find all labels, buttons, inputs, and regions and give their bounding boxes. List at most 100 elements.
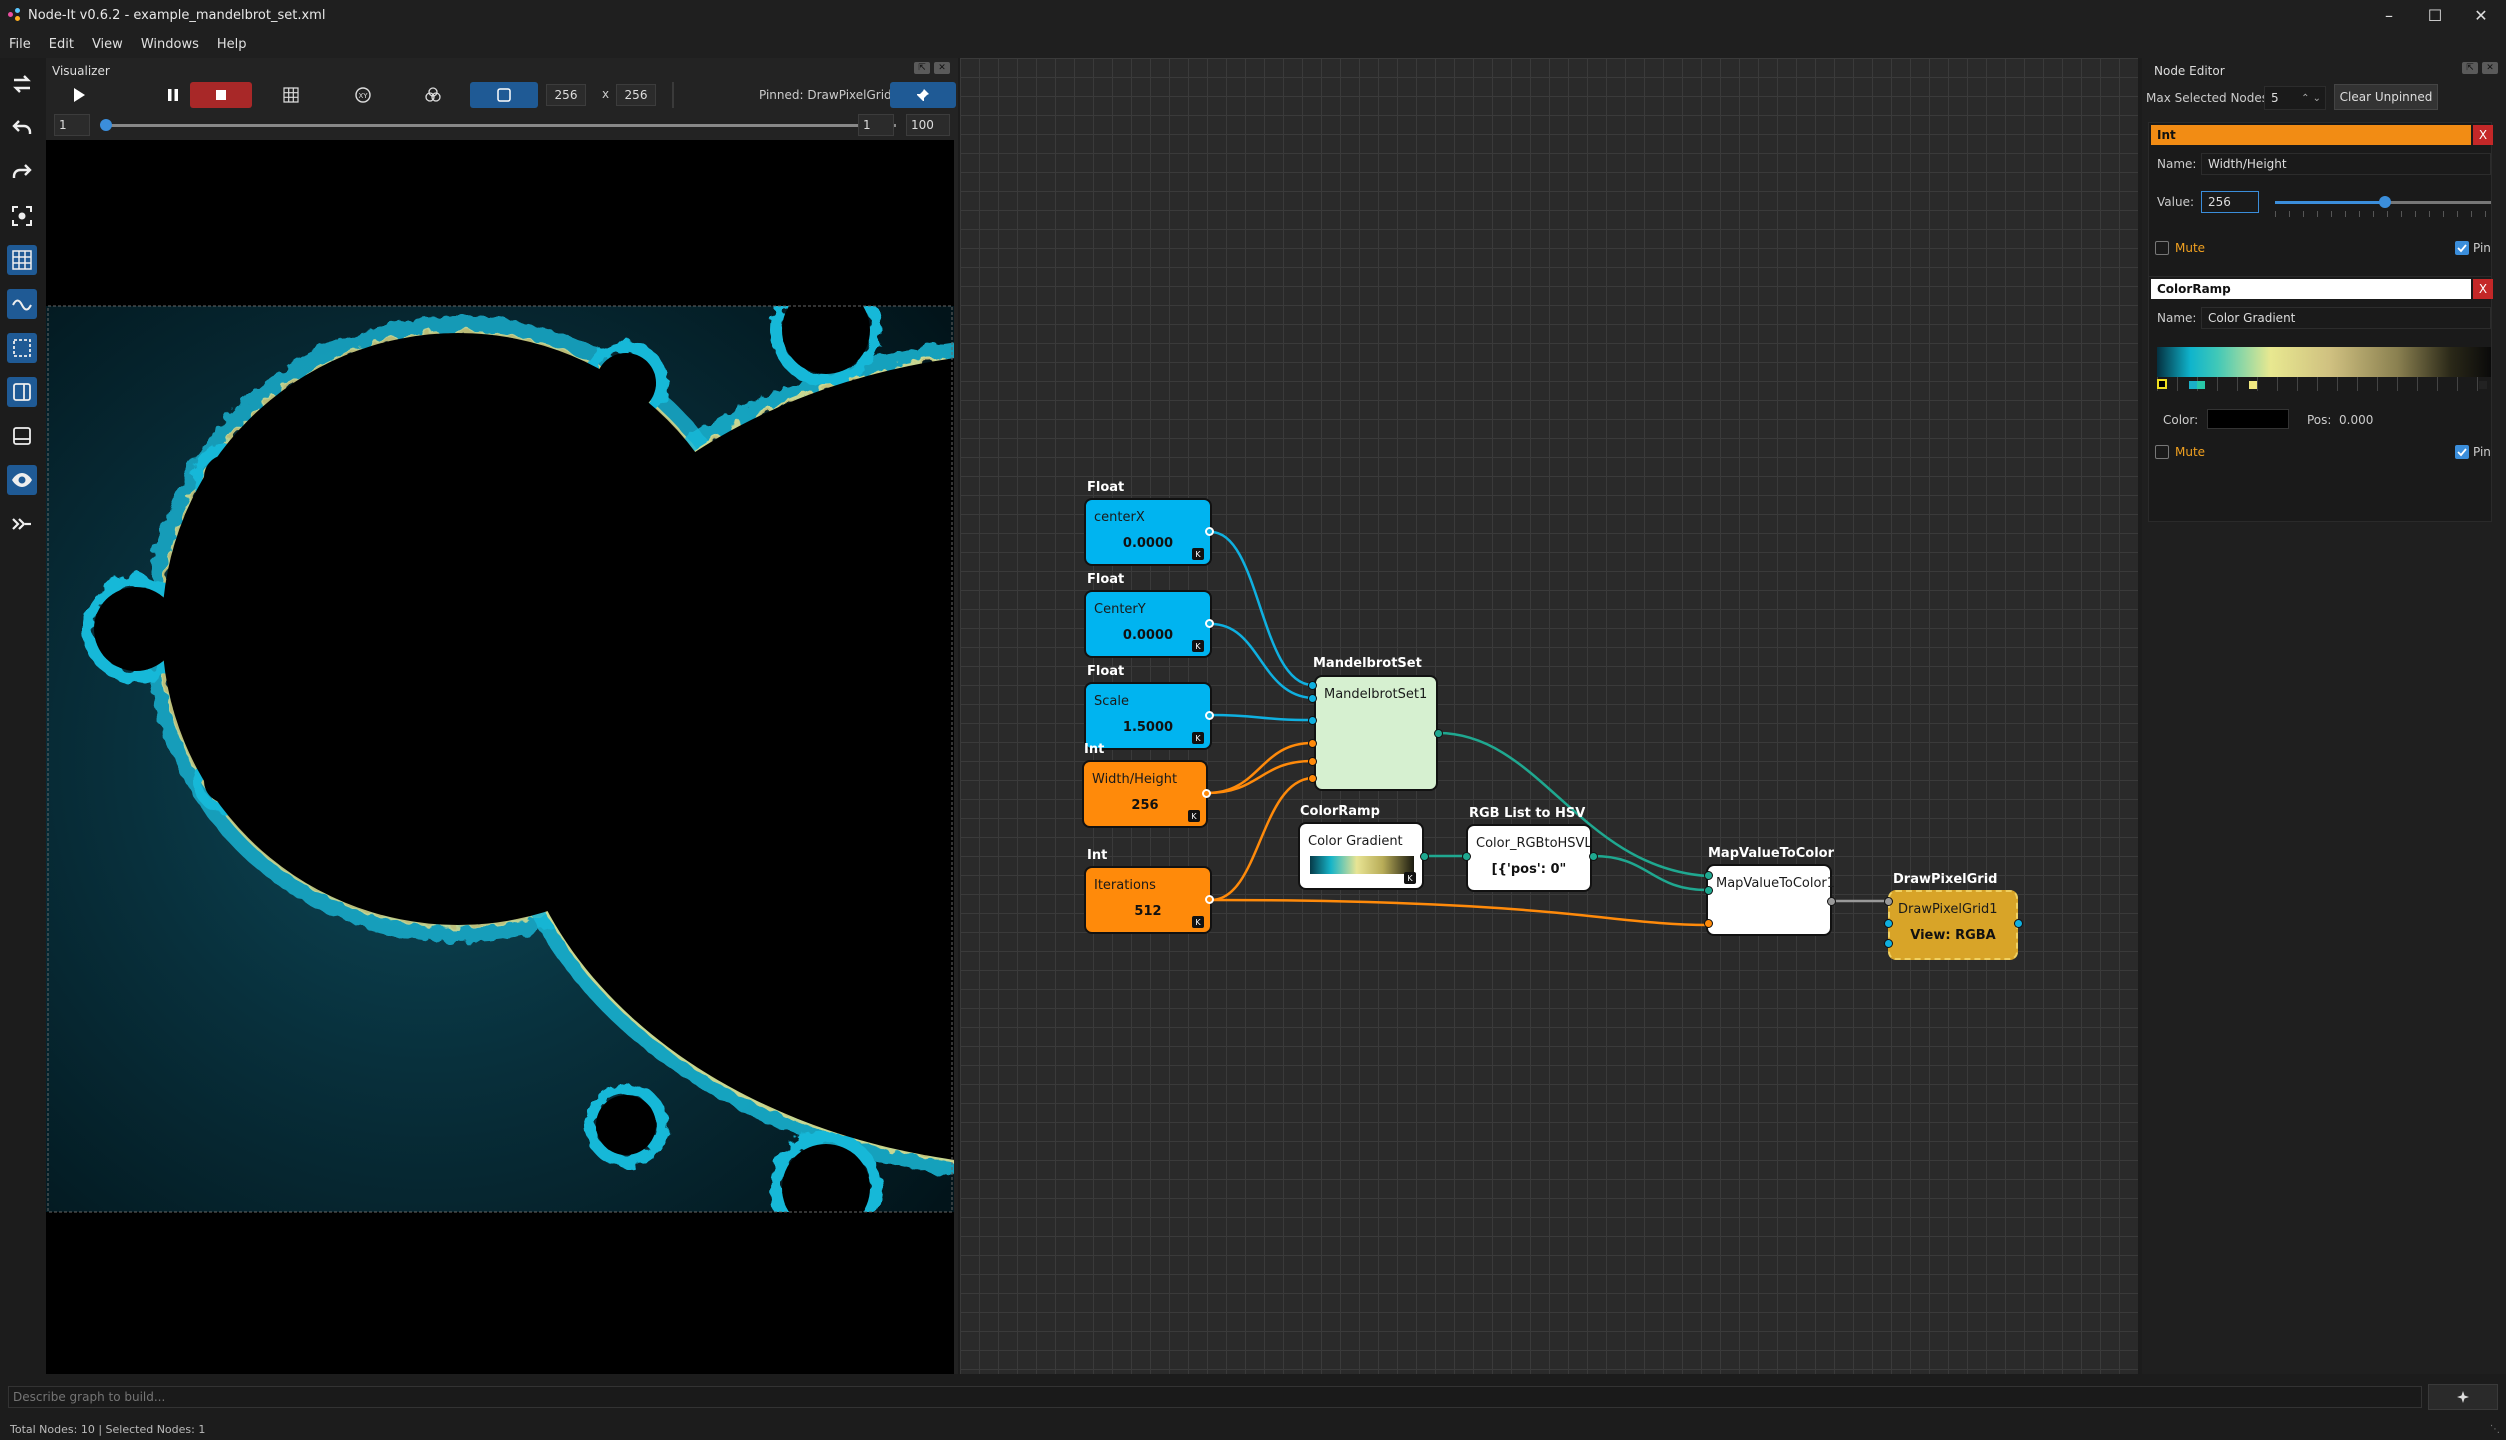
ramp-stop[interactable] [2197, 381, 2205, 389]
color-swatch[interactable] [2207, 409, 2289, 429]
node-iterations[interactable]: Iterations 512 K [1084, 866, 1212, 934]
int-value-slider-handle[interactable] [2379, 196, 2392, 208]
input-port[interactable] [1308, 757, 1317, 766]
resize-grip-icon[interactable]: ⋱ [2490, 1424, 2500, 1435]
node-mandelbrot[interactable]: MandelbrotSet1 [1314, 675, 1438, 791]
menu-edit[interactable]: Edit [40, 37, 83, 52]
input-port[interactable] [1308, 774, 1317, 783]
selection-rect-icon[interactable] [7, 333, 37, 363]
input-port[interactable] [1462, 852, 1471, 861]
int-panel-close-button[interactable]: X [2473, 125, 2493, 145]
close-panel-button[interactable]: ✕ [934, 62, 950, 74]
menu-help[interactable]: Help [208, 37, 256, 52]
node-colorramp[interactable]: Color Gradient K [1298, 822, 1424, 890]
ramp-stop-selected[interactable] [2157, 379, 2167, 389]
input-port[interactable] [1704, 886, 1713, 895]
wave-icon[interactable] [7, 289, 37, 319]
output-port[interactable] [1205, 711, 1214, 720]
pos-value[interactable]: 0.000 [2339, 413, 2373, 427]
keyframe-icon[interactable]: K [1192, 548, 1204, 560]
output-port[interactable] [1205, 895, 1214, 904]
ramp-mute-checkbox[interactable] [2155, 445, 2169, 459]
ramp-pin-checkbox[interactable] [2455, 445, 2469, 459]
spinner-icon[interactable]: ⌃ ⌄ [2301, 93, 2321, 104]
int-mute-checkbox[interactable] [2155, 241, 2169, 255]
menu-view[interactable]: View [83, 37, 132, 52]
color-ramp-gradient[interactable] [2157, 347, 2491, 377]
float-panel-button[interactable]: ⇱ [914, 62, 930, 74]
output-port[interactable] [2014, 919, 2023, 928]
max-selected-input[interactable]: 5 ⌃ ⌄ [2264, 86, 2326, 110]
node-rgb-hsv[interactable]: Color_RGBtoHSVLis [{'pos': 0" [1466, 824, 1592, 892]
timeline-handle[interactable] [100, 119, 112, 131]
output-port[interactable] [1205, 527, 1214, 536]
node-scale[interactable]: Scale 1.5000 K [1084, 682, 1212, 750]
focus-frame-icon[interactable] [7, 201, 37, 231]
height-input[interactable]: 256 [616, 84, 656, 106]
input-port[interactable] [1884, 939, 1893, 948]
stop-button[interactable] [190, 82, 252, 108]
output-port[interactable] [1420, 852, 1429, 861]
keyframe-icon[interactable]: K [1192, 640, 1204, 652]
arrow-forward-icon[interactable] [7, 509, 37, 539]
frame-current-input[interactable]: 1 [858, 114, 894, 136]
pin-button[interactable] [890, 82, 956, 108]
timeline-track[interactable] [106, 124, 896, 127]
ramp-stop[interactable] [2479, 381, 2487, 389]
colorramp-panel-close-button[interactable]: X [2473, 279, 2493, 299]
close-button[interactable]: ✕ [2458, 0, 2504, 30]
ai-generate-button[interactable] [2428, 1384, 2498, 1410]
int-name-field[interactable]: Width/Height [2201, 153, 2491, 175]
undo-icon[interactable] [7, 113, 37, 143]
int-pin-checkbox[interactable] [2455, 241, 2469, 255]
keyframe-icon[interactable]: K [1192, 732, 1204, 744]
input-port[interactable] [1884, 919, 1893, 928]
swap-arrows-icon[interactable] [7, 69, 37, 99]
maximize-button[interactable]: ☐ [2412, 0, 2458, 30]
ramp-stop[interactable] [2189, 381, 2197, 389]
float-panel-button[interactable]: ⇱ [2462, 62, 2478, 74]
output-port[interactable] [1205, 619, 1214, 628]
ramp-name-field[interactable]: Color Gradient [2201, 307, 2491, 329]
input-port[interactable] [1308, 716, 1317, 725]
right-panel-icon[interactable] [7, 377, 37, 407]
node-drawpixelgrid[interactable]: DrawPixelGrid1 View: RGBA [1888, 890, 2018, 960]
frame-start-input[interactable]: 1 [54, 114, 90, 136]
node-width-height[interactable]: Width/Height 256 K [1082, 760, 1208, 828]
redo-icon[interactable] [7, 157, 37, 187]
play-button[interactable] [56, 82, 102, 108]
node-centerx[interactable]: centerX 0.0000 K [1084, 498, 1212, 566]
width-input[interactable]: 256 [546, 84, 586, 106]
frame-end-input[interactable]: 100 [906, 114, 950, 136]
input-port[interactable] [1308, 694, 1317, 703]
input-port[interactable] [1704, 919, 1713, 928]
fit-view-button[interactable] [470, 82, 538, 108]
menu-windows[interactable]: Windows [132, 37, 208, 52]
close-panel-button[interactable]: ✕ [2482, 62, 2498, 74]
color-channels-icon[interactable] [410, 82, 456, 108]
output-port[interactable] [1827, 897, 1836, 906]
output-port[interactable] [1434, 729, 1443, 738]
int-value-field[interactable]: 256 [2201, 191, 2259, 213]
output-port[interactable] [1202, 789, 1211, 798]
xy-axis-icon[interactable]: XY [340, 82, 386, 108]
keyframe-icon[interactable]: K [1404, 872, 1416, 884]
keyframe-icon[interactable]: K [1192, 916, 1204, 928]
node-mapvalue[interactable]: MapValueToColor1 [1706, 864, 1835, 936]
bottom-panel-icon[interactable] [7, 421, 37, 451]
grid-icon[interactable] [7, 245, 37, 275]
eye-icon[interactable] [7, 465, 37, 495]
input-port[interactable] [1308, 739, 1317, 748]
ramp-stop[interactable] [2249, 381, 2257, 389]
input-port[interactable] [1308, 681, 1317, 690]
output-port[interactable] [1589, 852, 1598, 861]
visualizer-canvas[interactable] [46, 140, 954, 1374]
input-port[interactable] [1704, 871, 1713, 880]
minimize-button[interactable]: – [2366, 0, 2412, 30]
node-centery[interactable]: CenterY 0.0000 K [1084, 590, 1212, 658]
keyframe-icon[interactable]: K [1188, 810, 1200, 822]
menu-file[interactable]: File [0, 37, 40, 52]
clear-unpinned-button[interactable]: Clear Unpinned [2334, 84, 2438, 110]
input-port[interactable] [1884, 897, 1893, 906]
grid-toggle-icon[interactable] [268, 82, 314, 108]
